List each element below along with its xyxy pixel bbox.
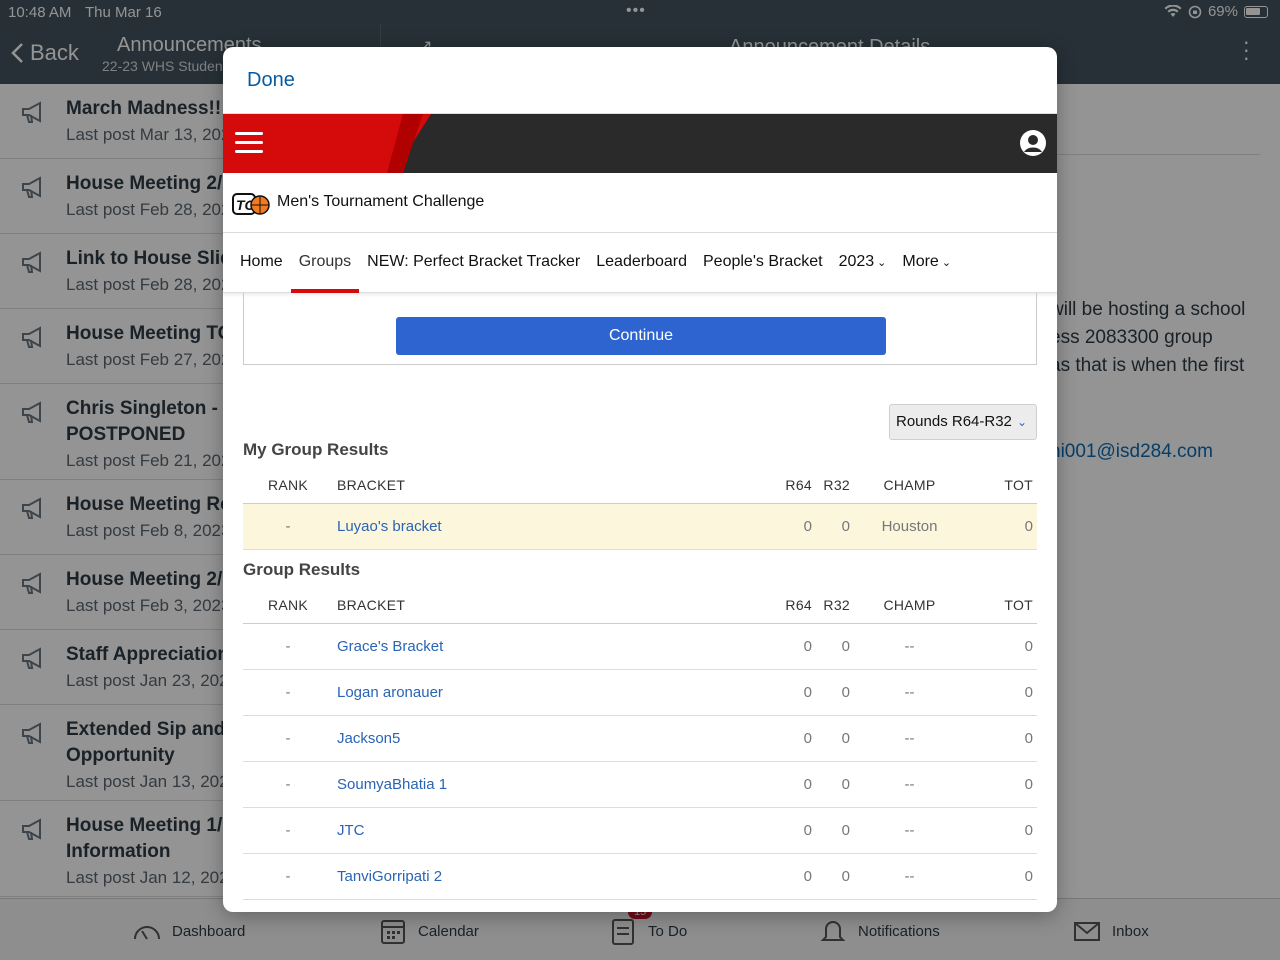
- col-rank[interactable]: RANK: [243, 467, 333, 504]
- col-r64[interactable]: R64: [772, 587, 812, 624]
- cell-champ: --: [852, 669, 967, 716]
- cell-r64: 0: [772, 715, 812, 762]
- table-row: - TanviGorripati 2 0 0 -- 0: [243, 853, 1037, 900]
- cell-champ: --: [852, 623, 967, 670]
- cell-r32: 0: [812, 807, 852, 854]
- table-row: - JTC 0 0 -- 0: [243, 807, 1037, 854]
- chevron-down-icon: ⌄: [1016, 415, 1027, 429]
- cell-rank: -: [243, 807, 333, 854]
- site-nav: Home Groups NEW: Perfect Bracket Tracker…: [223, 233, 1057, 293]
- table-row: - Grace's Bracket 0 0 -- 0: [243, 623, 1037, 670]
- cell-tot: 0: [967, 807, 1037, 854]
- col-r64[interactable]: R64: [772, 467, 812, 504]
- cell-tot: 0: [967, 715, 1037, 762]
- cell-r64: 0: [772, 853, 812, 900]
- nav-groups[interactable]: Groups: [290, 233, 360, 293]
- nav-perfect-bracket-tracker[interactable]: NEW: Perfect Bracket Tracker: [359, 233, 588, 293]
- cell-tot: 0: [967, 669, 1037, 716]
- bracket-link[interactable]: Luyao's bracket: [333, 503, 772, 550]
- tournament-title: Men's Tournament Challenge: [277, 193, 485, 210]
- col-champ[interactable]: CHAMP: [852, 467, 967, 504]
- cell-rank: -: [243, 761, 333, 808]
- cell-tot: 0: [967, 623, 1037, 670]
- bracket-link[interactable]: TanviGorripati 2: [333, 853, 772, 900]
- cell-r32: 0: [812, 669, 852, 716]
- bracket-link[interactable]: Grace's Bracket: [333, 623, 772, 670]
- cell-rank: -: [243, 503, 333, 550]
- table-row: - Logan aronauer 0 0 -- 0: [243, 669, 1037, 716]
- rounds-select-value: Rounds R64-R32: [896, 413, 1012, 430]
- cell-r64: 0: [772, 669, 812, 716]
- cell-champ: --: [852, 761, 967, 808]
- cell-r64: 0: [772, 623, 812, 670]
- done-button[interactable]: Done: [247, 69, 295, 92]
- bracket-link[interactable]: Jackson5: [333, 715, 772, 762]
- col-rank[interactable]: RANK: [243, 587, 333, 624]
- cell-champ: --: [852, 807, 967, 854]
- web-view-modal: Done TC Men's Tournament Challenge Home …: [223, 47, 1057, 912]
- cell-r32: 0: [812, 853, 852, 900]
- tournament-challenge-logo-icon: TC: [232, 193, 270, 215]
- chevron-down-icon: ⌄: [941, 257, 952, 269]
- cell-champ: Houston: [852, 503, 967, 550]
- continue-button[interactable]: Continue: [396, 317, 886, 355]
- col-bracket[interactable]: BRACKET: [333, 467, 772, 504]
- nav-more-label: More: [902, 253, 939, 270]
- group-results-table: RANK BRACKET R64 R32 CHAMP TOT - Grace's …: [243, 587, 1037, 900]
- col-champ[interactable]: CHAMP: [852, 587, 967, 624]
- col-r32[interactable]: R32: [812, 587, 852, 624]
- cell-rank: -: [243, 715, 333, 762]
- site-header-bar: [223, 114, 1057, 173]
- cell-champ: --: [852, 853, 967, 900]
- group-results-title: Group Results: [243, 560, 361, 579]
- cell-r64: 0: [772, 761, 812, 808]
- table-row: - SoumyaBhatia 1 0 0 -- 0: [243, 761, 1037, 808]
- table-header-row: RANK BRACKET R64 R32 CHAMP TOT: [243, 467, 1037, 504]
- table-row: - Jackson5 0 0 -- 0: [243, 715, 1037, 762]
- cell-rank: -: [243, 853, 333, 900]
- hamburger-menu-icon[interactable]: [235, 132, 263, 154]
- bracket-link[interactable]: SoumyaBhatia 1: [333, 761, 772, 808]
- nav-leaderboard[interactable]: Leaderboard: [588, 233, 695, 293]
- col-tot[interactable]: TOT: [967, 587, 1037, 624]
- col-tot[interactable]: TOT: [967, 467, 1037, 504]
- cell-rank: -: [243, 623, 333, 670]
- brand-row: TC Men's Tournament Challenge: [223, 173, 1057, 233]
- chevron-down-icon: ⌄: [877, 257, 887, 269]
- bracket-link[interactable]: JTC: [333, 807, 772, 854]
- cell-r64: 0: [772, 503, 812, 550]
- my-group-results-title: My Group Results: [243, 440, 389, 459]
- cell-rank: -: [243, 669, 333, 716]
- table-header-row: RANK BRACKET R64 R32 CHAMP TOT: [243, 587, 1037, 624]
- continue-panel: Continue: [243, 293, 1037, 365]
- user-account-icon[interactable]: [1019, 129, 1047, 157]
- nav-peoples-bracket[interactable]: People's Bracket: [695, 233, 831, 293]
- cell-champ: --: [852, 715, 967, 762]
- cell-r32: 0: [812, 761, 852, 808]
- rounds-select[interactable]: Rounds R64-R32 ⌄: [889, 404, 1037, 440]
- cell-tot: 0: [967, 853, 1037, 900]
- nav-year-label: 2023: [838, 253, 875, 270]
- cell-r32: 0: [812, 503, 852, 550]
- bracket-link[interactable]: Logan aronauer: [333, 669, 772, 716]
- col-bracket[interactable]: BRACKET: [333, 587, 772, 624]
- table-row: - Luyao's bracket 0 0 Houston 0: [243, 503, 1037, 550]
- cell-r32: 0: [812, 623, 852, 670]
- cell-tot: 0: [967, 761, 1037, 808]
- nav-home[interactable]: Home: [232, 233, 291, 293]
- my-results-table: RANK BRACKET R64 R32 CHAMP TOT - Luyao's …: [243, 467, 1037, 550]
- cell-tot: 0: [967, 503, 1037, 550]
- cell-r32: 0: [812, 715, 852, 762]
- cell-r64: 0: [772, 807, 812, 854]
- nav-more-dropdown[interactable]: More ⌄: [894, 233, 959, 293]
- modal-toolbar: Done: [223, 47, 1057, 114]
- nav-year-dropdown[interactable]: 2023 ⌄: [831, 233, 895, 293]
- col-r32[interactable]: R32: [812, 467, 852, 504]
